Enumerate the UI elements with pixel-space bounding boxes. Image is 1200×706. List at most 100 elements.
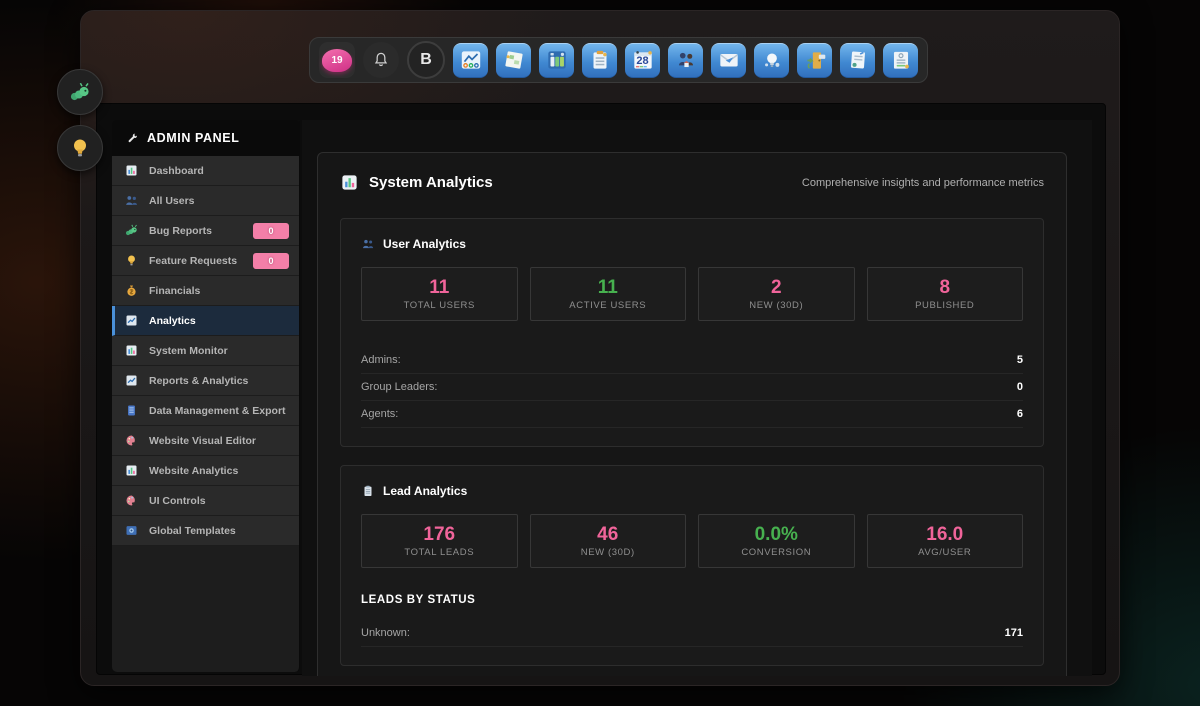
caterpillar-icon xyxy=(68,80,92,104)
card-header: System Analytics Comprehensive insights … xyxy=(318,153,1066,200)
system-analytics-card: System Analytics Comprehensive insights … xyxy=(317,152,1067,676)
lead-status-rows: Unknown: 171 xyxy=(361,620,1023,647)
documents-app-button[interactable] xyxy=(840,43,875,78)
sidebar-item-label: UI Controls xyxy=(149,495,206,507)
system-analytics-icon xyxy=(340,173,359,192)
stat-value: 16.0 xyxy=(926,525,963,544)
website-analytics-icon xyxy=(124,463,139,478)
stat-total-users: 11 TOTAL USERS xyxy=(361,267,518,321)
palette-icon xyxy=(124,433,139,448)
mail-app-icon xyxy=(716,47,742,73)
sidebar-item-system-monitor[interactable]: System Monitor xyxy=(112,336,299,366)
wrench-icon xyxy=(126,132,139,145)
reports-chart-icon xyxy=(124,373,139,388)
lead-analytics-icon xyxy=(361,484,375,498)
sidebar-item-label: Website Visual Editor xyxy=(149,435,256,447)
sidebar-item-reports-analytics[interactable]: Reports & Analytics xyxy=(112,366,299,396)
reports-app-button[interactable] xyxy=(883,43,918,78)
stat-label: AVG/USER xyxy=(918,547,971,558)
sidebar-item-label: Global Templates xyxy=(149,525,236,537)
clipboard-app-icon xyxy=(587,47,613,73)
calendar-day-label: 28 xyxy=(625,55,660,67)
sidebar-item-label: Bug Reports xyxy=(149,225,212,237)
stat-label: CONVERSION xyxy=(741,547,811,558)
lightbulb-icon xyxy=(124,253,139,268)
tasks-app-button[interactable] xyxy=(582,43,617,78)
door-app-icon xyxy=(802,47,828,73)
app-panel: ADMIN PANEL Dashboard All Users Bug Repo… xyxy=(96,103,1106,675)
sidebar-item-bug-reports[interactable]: Bug Reports 0 xyxy=(112,216,299,246)
brain-badge-icon: 19 xyxy=(322,49,352,72)
sidebar-item-data-management[interactable]: Data Management & Export xyxy=(112,396,299,426)
user-stats-grid: 11 TOTAL USERS 11 ACTIVE USERS 2 NEW (30… xyxy=(361,267,1023,321)
money-bag-icon xyxy=(124,283,139,298)
notification-count: 19 xyxy=(331,55,342,66)
calendar-app-button[interactable]: 28 xyxy=(625,43,660,78)
sidebar-item-all-users[interactable]: All Users xyxy=(112,186,299,216)
row-value: 6 xyxy=(1017,408,1023,420)
sidebar-item-feature-requests[interactable]: Feature Requests 0 xyxy=(112,246,299,276)
row-admins: Admins: 5 xyxy=(361,347,1023,374)
row-agents: Agents: 6 xyxy=(361,401,1023,428)
row-label: Admins: xyxy=(361,354,401,366)
sidebar-item-label: Dashboard xyxy=(149,165,204,177)
stat-value: 11 xyxy=(429,278,449,297)
user-avatar-button[interactable]: B xyxy=(407,41,445,79)
stat-value: 176 xyxy=(423,525,455,544)
bell-button[interactable] xyxy=(363,42,399,78)
template-image-icon xyxy=(124,523,139,538)
sidebar-item-dashboard[interactable]: Dashboard xyxy=(112,156,299,186)
page-title: System Analytics xyxy=(369,174,493,191)
row-value: 0 xyxy=(1017,381,1023,393)
sidebar-item-global-templates[interactable]: Global Templates xyxy=(112,516,299,546)
kanban-app-button[interactable] xyxy=(539,43,574,78)
database-icon xyxy=(124,403,139,418)
stat-value: 2 xyxy=(771,278,782,297)
section-header: User Analytics xyxy=(361,237,1023,251)
stat-value: 0.0% xyxy=(755,525,798,544)
sidebar-item-website-analytics[interactable]: Website Analytics xyxy=(112,456,299,486)
sidebar-item-analytics[interactable]: Analytics xyxy=(112,306,299,336)
exit-app-button[interactable] xyxy=(797,43,832,78)
top-toolbar: 19 B xyxy=(309,37,928,83)
trend-chart-icon xyxy=(124,313,139,328)
section-header: Lead Analytics xyxy=(361,484,1023,498)
bell-icon xyxy=(371,50,391,70)
sidebar-item-label: Data Management & Export xyxy=(149,405,286,417)
analytics-app-button[interactable] xyxy=(453,43,488,78)
dashboard-icon xyxy=(124,163,139,178)
stat-value: 11 xyxy=(598,278,618,297)
stat-new-leads-30d: 46 NEW (30D) xyxy=(530,514,687,568)
sidebar-item-financials[interactable]: Financials xyxy=(112,276,299,306)
user-analytics-icon xyxy=(361,237,375,251)
map-app-icon xyxy=(501,47,527,73)
sidebar-item-ui-controls[interactable]: UI Controls xyxy=(112,486,299,516)
row-unknown: Unknown: 171 xyxy=(361,620,1023,647)
user-analytics-section: User Analytics 11 TOTAL USERS 11 ACTIVE … xyxy=(340,218,1044,447)
stat-total-leads: 176 TOTAL LEADS xyxy=(361,514,518,568)
sidebar-item-website-visual-editor[interactable]: Website Visual Editor xyxy=(112,426,299,456)
sidebar-header: ADMIN PANEL xyxy=(112,120,299,156)
avatar-initial: B xyxy=(420,51,432,69)
row-group-leaders: Group Leaders: 0 xyxy=(361,374,1023,401)
row-value: 171 xyxy=(1005,627,1023,639)
ideas-app-button[interactable] xyxy=(754,43,789,78)
lightbulb-icon xyxy=(68,136,92,160)
stat-label: ACTIVE USERS xyxy=(569,300,646,311)
leads-by-status-heading: LEADS BY STATUS xyxy=(361,594,1023,606)
app-window: 19 B xyxy=(80,10,1120,686)
ui-palette-icon xyxy=(124,493,139,508)
notifications-button[interactable]: 19 xyxy=(319,42,355,78)
feature-request-fab[interactable] xyxy=(57,125,103,171)
sidebar-item-label: System Monitor xyxy=(149,345,228,357)
bug-report-fab[interactable] xyxy=(57,69,103,115)
stat-active-users: 11 ACTIVE USERS xyxy=(530,267,687,321)
stat-new-users-30d: 2 NEW (30D) xyxy=(698,267,855,321)
notes-app-button[interactable] xyxy=(496,43,531,78)
sidebar-item-label: Financials xyxy=(149,285,200,297)
sidebar-item-label: Feature Requests xyxy=(149,255,237,267)
family-app-button[interactable] xyxy=(668,43,703,78)
mail-app-button[interactable] xyxy=(711,43,746,78)
stat-label: NEW (30D) xyxy=(749,300,803,311)
monitor-chart-icon xyxy=(124,343,139,358)
